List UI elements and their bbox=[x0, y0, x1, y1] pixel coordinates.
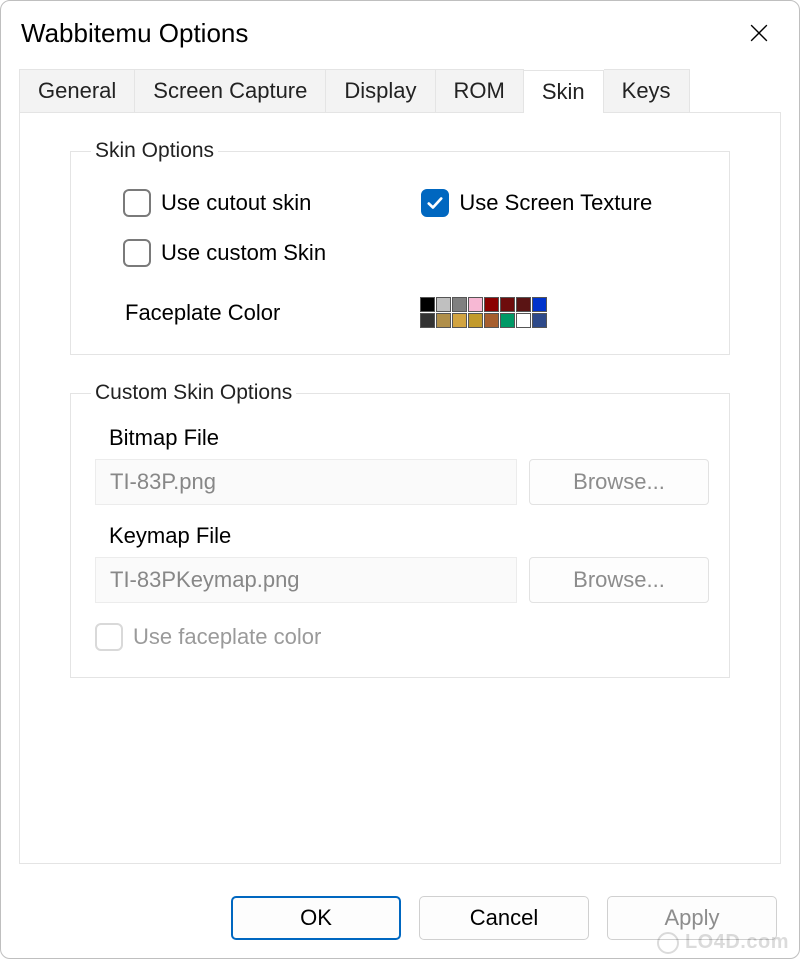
color-swatch[interactable] bbox=[436, 313, 451, 328]
color-swatch[interactable] bbox=[420, 313, 435, 328]
close-button[interactable] bbox=[739, 13, 779, 53]
faceplate-color-label: Faceplate Color bbox=[125, 300, 280, 326]
checkbox-box bbox=[123, 189, 151, 217]
checkbox-box bbox=[421, 189, 449, 217]
checkbox-use-faceplate-color[interactable]: Use faceplate color bbox=[95, 623, 321, 651]
tab-keys[interactable]: Keys bbox=[604, 69, 690, 112]
keymap-file-input[interactable]: TI-83PKeymap.png bbox=[95, 557, 517, 603]
keymap-file-label: Keymap File bbox=[109, 523, 709, 549]
tab-general[interactable]: General bbox=[19, 69, 135, 112]
titlebar: Wabbitemu Options bbox=[1, 1, 799, 61]
tab-skin[interactable]: Skin bbox=[524, 70, 604, 113]
cancel-button[interactable]: Cancel bbox=[419, 896, 589, 940]
color-swatch[interactable] bbox=[452, 313, 467, 328]
close-icon bbox=[750, 24, 768, 42]
group-skin-options: Skin Options Use cutout skin Use Screen … bbox=[70, 139, 730, 355]
apply-button[interactable]: Apply bbox=[607, 896, 777, 940]
color-swatch[interactable] bbox=[484, 297, 499, 312]
faceplate-color-swatches[interactable] bbox=[420, 297, 547, 328]
tab-display[interactable]: Display bbox=[326, 69, 435, 112]
browse-keymap-button[interactable]: Browse... bbox=[529, 557, 709, 603]
group-custom-skin-options: Custom Skin Options Bitmap File TI-83P.p… bbox=[70, 381, 730, 678]
color-swatch[interactable] bbox=[500, 313, 515, 328]
checkbox-box bbox=[123, 239, 151, 267]
row-keymap-file: TI-83PKeymap.png Browse... bbox=[95, 557, 709, 603]
checkbox-box bbox=[95, 623, 123, 651]
group-custom-skin-legend: Custom Skin Options bbox=[91, 381, 296, 405]
color-swatch[interactable] bbox=[484, 313, 499, 328]
row-use-faceplate-color: Use faceplate color bbox=[95, 623, 709, 651]
color-swatch[interactable] bbox=[516, 313, 531, 328]
color-swatch[interactable] bbox=[532, 313, 547, 328]
checkbox-use-custom-skin[interactable]: Use custom Skin bbox=[123, 239, 326, 267]
color-swatch[interactable] bbox=[452, 297, 467, 312]
dialog-button-row: OK Cancel Apply bbox=[231, 896, 777, 940]
tabstrip: General Screen Capture Display ROM Skin … bbox=[19, 69, 781, 112]
color-swatch[interactable] bbox=[420, 297, 435, 312]
checkbox-label: Use cutout skin bbox=[161, 190, 311, 216]
color-swatch[interactable] bbox=[468, 297, 483, 312]
tab-screen-capture[interactable]: Screen Capture bbox=[135, 69, 326, 112]
ok-button[interactable]: OK bbox=[231, 896, 401, 940]
checkbox-use-screen-texture[interactable]: Use Screen Texture bbox=[421, 189, 652, 217]
row-skin-opts-2: Use custom Skin bbox=[123, 239, 709, 267]
browse-bitmap-button[interactable]: Browse... bbox=[529, 459, 709, 505]
color-swatch[interactable] bbox=[532, 297, 547, 312]
checkbox-label: Use faceplate color bbox=[133, 624, 321, 650]
color-swatch[interactable] bbox=[500, 297, 515, 312]
color-swatch[interactable] bbox=[516, 297, 531, 312]
row-faceplate-color: Faceplate Color bbox=[125, 297, 709, 328]
checkbox-label: Use Screen Texture bbox=[459, 190, 652, 216]
color-swatch[interactable] bbox=[468, 313, 483, 328]
row-bitmap-file: TI-83P.png Browse... bbox=[95, 459, 709, 505]
checkbox-use-cutout-skin[interactable]: Use cutout skin bbox=[123, 189, 311, 217]
bitmap-file-label: Bitmap File bbox=[109, 425, 709, 451]
tab-page-skin: Skin Options Use cutout skin Use Screen … bbox=[19, 112, 781, 864]
tab-rom[interactable]: ROM bbox=[436, 69, 524, 112]
checkbox-label: Use custom Skin bbox=[161, 240, 326, 266]
window-title: Wabbitemu Options bbox=[21, 18, 248, 49]
check-icon bbox=[426, 194, 444, 212]
color-swatch[interactable] bbox=[436, 297, 451, 312]
bitmap-file-input[interactable]: TI-83P.png bbox=[95, 459, 517, 505]
row-skin-opts-1: Use cutout skin Use Screen Texture bbox=[123, 189, 709, 217]
options-window: Wabbitemu Options General Screen Capture… bbox=[0, 0, 800, 959]
group-skin-options-legend: Skin Options bbox=[91, 139, 218, 163]
